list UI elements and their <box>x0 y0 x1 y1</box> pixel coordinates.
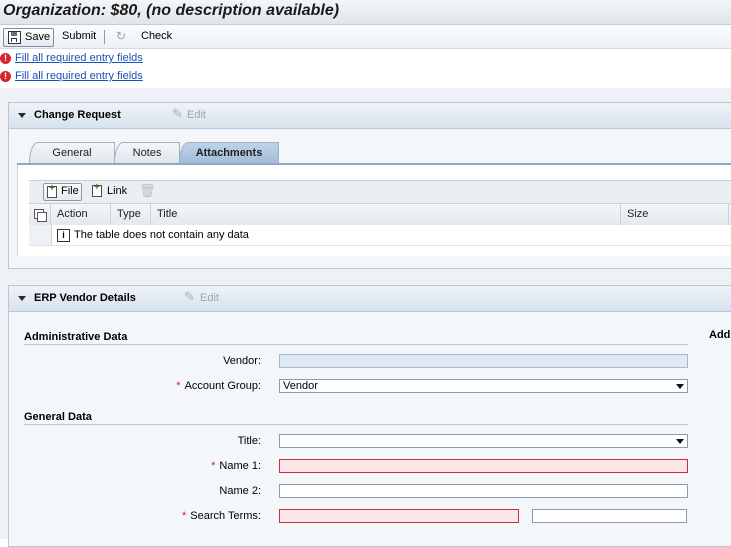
empty-table-text: The table does not contain any data <box>74 229 249 241</box>
name1-label-text: Name 1: <box>219 460 261 472</box>
add-file-icon <box>47 183 57 198</box>
message-row: ! Fill all required entry fields <box>0 52 731 68</box>
message-row: ! Fill all required entry fields <box>0 70 731 86</box>
row-selector <box>29 225 52 245</box>
collapse-arrow-icon[interactable] <box>18 113 26 118</box>
refresh-icon: ↻ <box>116 29 127 43</box>
erp-vendor-title: ERP Vendor Details <box>34 292 136 304</box>
tab-notes[interactable]: Notes <box>114 142 180 163</box>
pencil-icon: ✎ <box>184 289 195 304</box>
page-title: Organization: $80, (no description avail… <box>3 2 340 19</box>
save-button[interactable]: Save <box>3 28 54 47</box>
message-link[interactable]: Fill all required entry fields <box>15 70 143 82</box>
required-marker: * <box>182 510 187 522</box>
add-file-button[interactable]: File <box>43 183 82 201</box>
section-divider <box>24 424 688 425</box>
required-marker: * <box>211 460 216 472</box>
column-header-type[interactable]: Type <box>111 204 151 225</box>
tab-general[interactable]: General <box>29 142 115 163</box>
title-label: Title: <box>100 435 261 447</box>
section-divider <box>24 344 688 345</box>
erp-vendor-header: ERP Vendor Details ✎ Edit <box>9 286 731 312</box>
general-section-title: General Data <box>24 411 92 423</box>
select-all-icon <box>34 209 47 222</box>
vendor-label: Vendor: <box>100 355 261 367</box>
name2-field[interactable] <box>279 484 688 498</box>
name2-label-text: Name 2: <box>219 485 261 497</box>
search-terms-field[interactable] <box>279 509 519 523</box>
title-bar: Organization: $80, (no description avail… <box>0 0 731 25</box>
trash-icon[interactable]: 🗑 <box>139 183 156 199</box>
pencil-icon: ✎ <box>172 106 183 121</box>
search-terms-label-text: Search Terms: <box>190 510 261 522</box>
add-link-icon <box>92 182 102 197</box>
edit-button[interactable]: Edit <box>187 109 206 121</box>
select-all-cell[interactable] <box>29 204 51 225</box>
check-button[interactable]: Check <box>141 28 172 45</box>
chevron-down-icon <box>676 439 684 444</box>
account-group-value: Vendor <box>283 380 318 392</box>
submit-button[interactable]: Submit <box>62 28 96 45</box>
edit-button[interactable]: Edit <box>200 292 219 304</box>
vendor-field[interactable] <box>279 354 688 368</box>
search-terms-label: * Search Terms: <box>100 510 261 522</box>
name1-field[interactable] <box>279 459 688 473</box>
attachments-toolbar <box>29 180 731 203</box>
vendor-label-text: Vendor: <box>223 355 261 367</box>
account-group-label-text: Account Group: <box>184 380 261 392</box>
column-header-action[interactable]: Action <box>51 204 111 225</box>
table-empty-row: i The table does not contain any data <box>29 225 731 246</box>
change-request-title: Change Request <box>34 109 121 121</box>
toolbar-separator <box>104 30 105 44</box>
admin-section-title: Administrative Data <box>24 331 128 343</box>
message-link[interactable]: Fill all required entry fields <box>15 52 143 64</box>
address-section-title: Add <box>709 329 731 341</box>
required-marker: * <box>176 380 181 392</box>
title-label-text: Title: <box>237 435 261 447</box>
add-link-button[interactable]: Link <box>90 182 130 200</box>
name2-label: Name 2: <box>100 485 261 497</box>
info-icon: i <box>57 229 70 242</box>
save-button-label: Save <box>25 31 51 43</box>
name1-label: * Name 1: <box>100 460 261 472</box>
main-toolbar: Save Submit ↻ Check <box>0 25 731 49</box>
erp-vendor-panel: ERP Vendor Details ✎ Edit <box>8 285 731 547</box>
error-icon: ! <box>0 71 11 82</box>
error-icon: ! <box>0 53 11 64</box>
change-request-header: Change Request ✎ Edit <box>9 103 731 129</box>
chevron-down-icon <box>676 384 684 389</box>
attachments-table-header: Action Type Title Size <box>29 203 731 226</box>
tab-attachments[interactable]: Attachments <box>179 142 279 164</box>
collapse-arrow-icon[interactable] <box>18 296 26 301</box>
account-group-select[interactable]: Vendor <box>279 379 688 393</box>
column-header-size[interactable]: Size <box>621 204 729 225</box>
add-link-label: Link <box>107 185 128 197</box>
add-file-label: File <box>61 185 79 197</box>
save-icon <box>8 31 21 44</box>
account-group-label: * Account Group: <box>100 380 261 392</box>
column-header-title[interactable]: Title <box>151 204 621 225</box>
title-select[interactable] <box>279 434 688 448</box>
search-terms-2-field[interactable] <box>532 509 687 523</box>
